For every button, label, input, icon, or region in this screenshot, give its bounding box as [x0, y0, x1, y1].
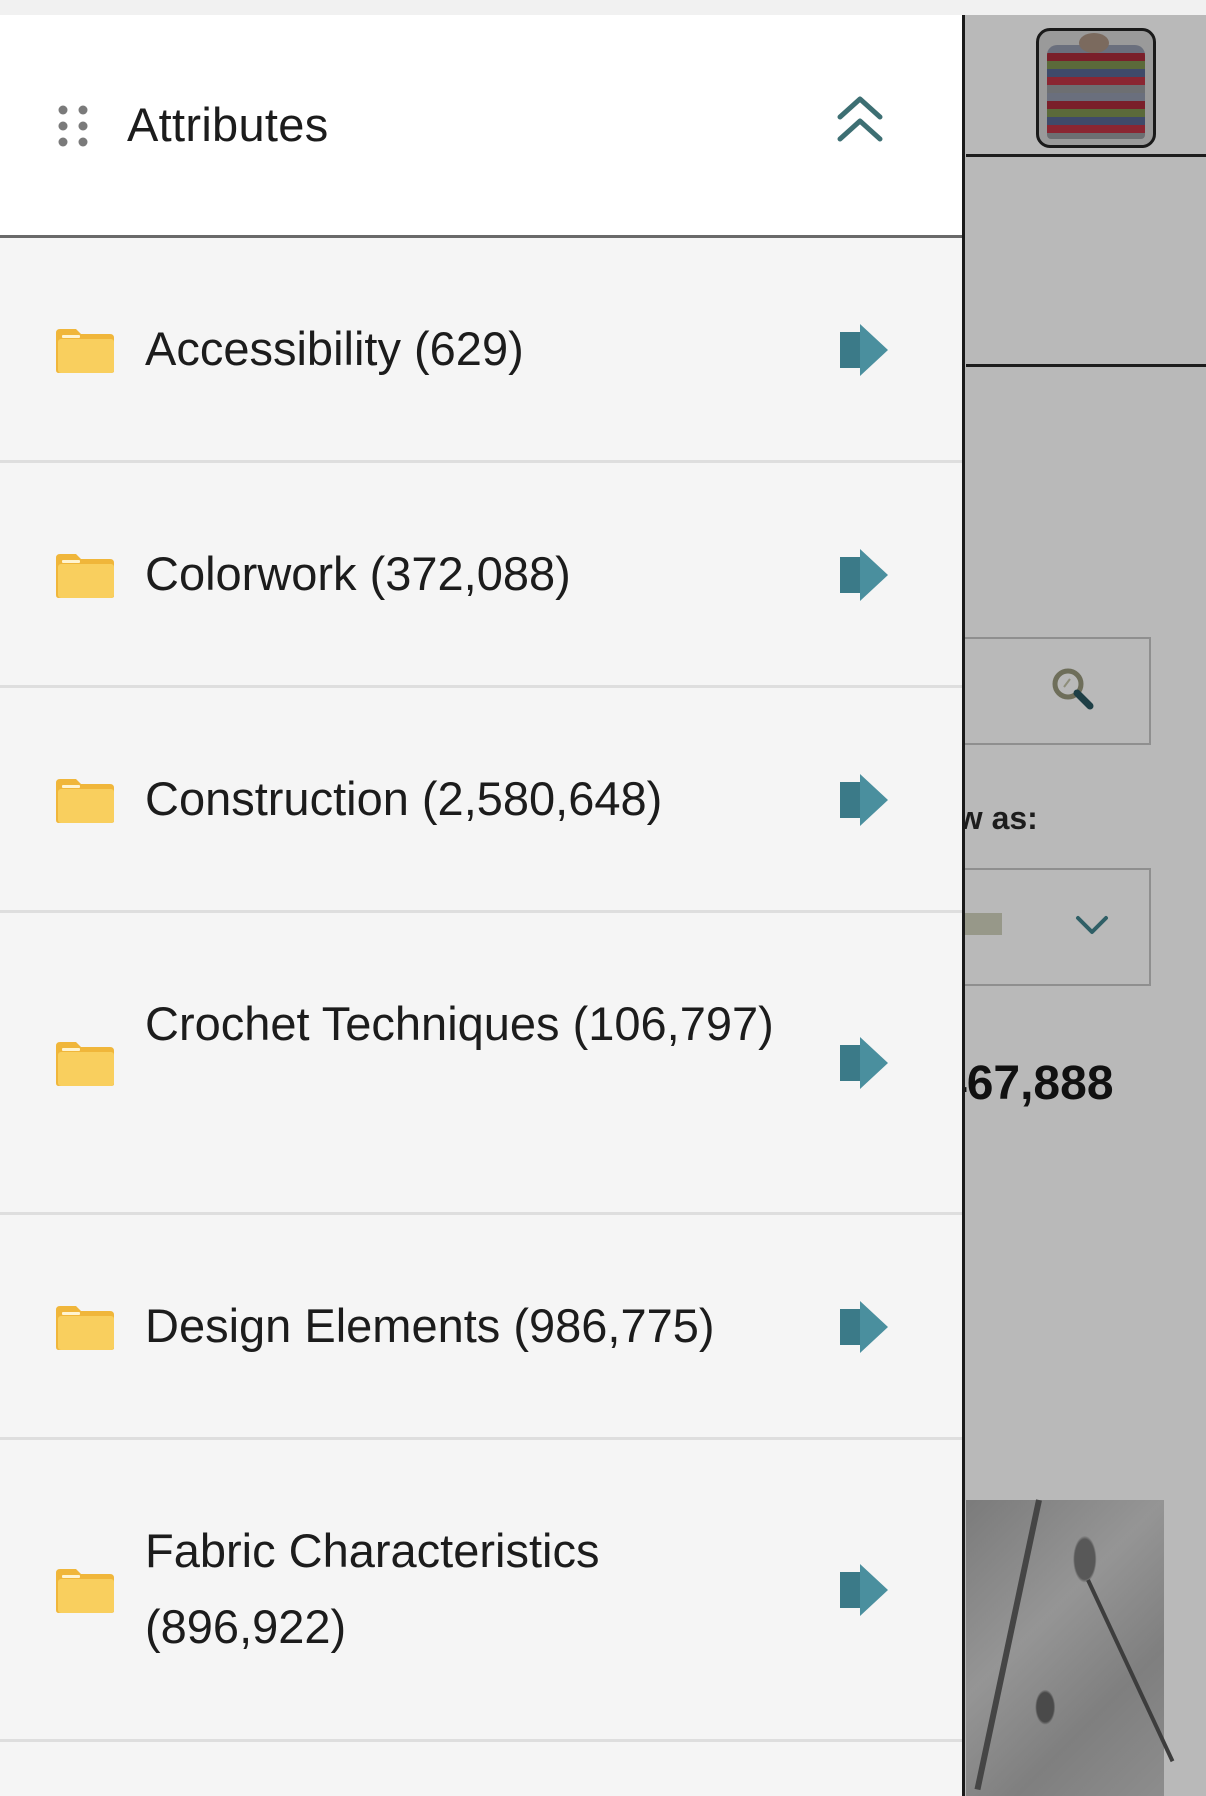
arrow-right-icon[interactable]: [836, 1035, 890, 1091]
arrow-right-icon[interactable]: [836, 547, 890, 603]
list-item[interactable]: Construction (2,580,648): [0, 688, 962, 913]
list-item[interactable]: Design Elements (986,775): [0, 1215, 962, 1440]
chevron-down-icon: [1076, 916, 1108, 934]
photo-detail: [974, 1499, 1042, 1791]
status-bar-strip: [0, 0, 1206, 15]
view-mode-icon: [962, 913, 1002, 935]
folder-icon: [56, 779, 114, 823]
folder-icon: [56, 1306, 114, 1350]
list-item-label: Crochet Techniques (106,797): [145, 997, 774, 1050]
folder-icon: [56, 554, 114, 598]
list-item[interactable]: Accessibility (629): [0, 238, 962, 463]
attributes-drawer: Attributes Accessibility (629) Colorwork…: [0, 15, 965, 1796]
pattern-photo[interactable]: [966, 1499, 1175, 1796]
folder-icon: [56, 329, 114, 373]
result-count: 467,888: [940, 1057, 1114, 1110]
list-item-label: Design Elements (986,775): [145, 1299, 715, 1352]
drawer-title: Attributes: [127, 98, 329, 151]
double-chevron-up-icon[interactable]: [832, 93, 888, 149]
drag-handle-icon[interactable]: [55, 103, 91, 149]
photo-detail: [1086, 1579, 1175, 1763]
arrow-right-icon[interactable]: [836, 322, 890, 378]
search-icon[interactable]: [1050, 666, 1096, 712]
list-item[interactable]: Colorwork (372,088): [0, 463, 962, 688]
background-section-divider: [966, 364, 1206, 367]
list-item-label: Colorwork (372,088): [145, 547, 571, 600]
list-item-label: Fabric Characteristics (896,922): [145, 1524, 600, 1653]
drawer-header: Attributes: [0, 15, 962, 238]
arrow-right-icon[interactable]: [836, 1299, 890, 1355]
background-search-input[interactable]: [940, 637, 1151, 745]
folder-icon: [56, 1042, 114, 1086]
avatar-head-image: [1079, 33, 1109, 53]
arrow-right-icon[interactable]: [836, 1562, 890, 1618]
avatar-sweater-image: [1047, 45, 1145, 139]
list-item-label: Accessibility (629): [145, 322, 524, 375]
arrow-right-icon[interactable]: [836, 772, 890, 828]
list-item-label: Construction (2,580,648): [145, 772, 663, 825]
folder-icon: [56, 1569, 114, 1613]
background-header-divider: [966, 154, 1206, 157]
list-item[interactable]: Crochet Techniques (106,797): [0, 913, 962, 1215]
avatar[interactable]: [1036, 28, 1156, 148]
list-item[interactable]: Fabric Characteristics (896,922): [0, 1440, 962, 1742]
